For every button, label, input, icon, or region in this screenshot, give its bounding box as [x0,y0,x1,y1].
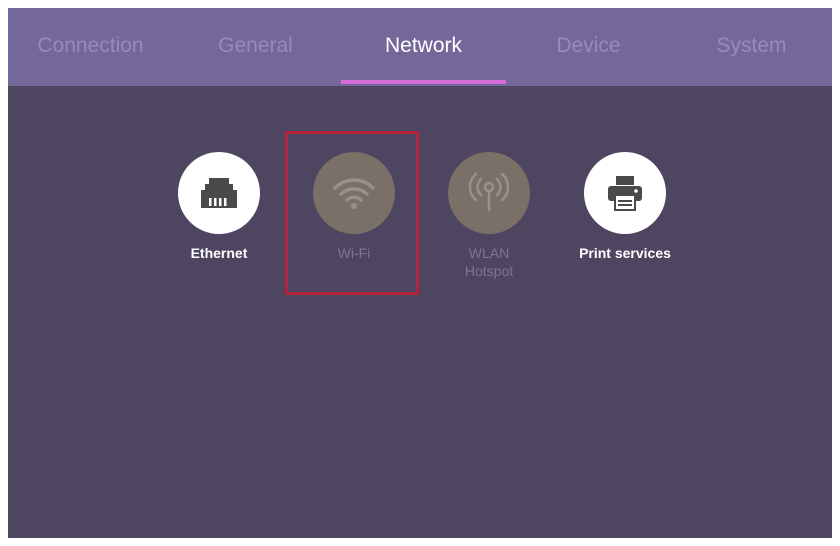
tab-device[interactable]: Device [506,8,671,86]
hotspot-icon [468,172,510,211]
tab-network[interactable]: Network [341,8,506,86]
settings-tab-bar: Connection General Network Device System [8,8,832,86]
print-services-label: Print services [579,245,671,261]
hotspot-icon-circle [448,152,530,234]
print-services-option[interactable]: Print services [565,152,685,262]
tab-general[interactable]: General [173,8,338,86]
network-settings-screen: Connection General Network Device System… [8,8,832,538]
wlan-hotspot-label-line2: Hotspot [464,263,514,279]
tab-system[interactable]: System [671,8,832,86]
active-tab-indicator [341,80,506,84]
ethernet-port-icon [201,178,237,208]
printer-icon-circle [584,152,666,234]
ethernet-icon-circle [178,152,260,234]
printer-icon [608,176,642,211]
wlan-hotspot-label-line1: WLAN [468,245,510,261]
wlan-hotspot-option[interactable]: WLAN Hotspot [429,152,549,280]
tab-connection[interactable]: Connection [8,8,173,86]
wlan-hotspot-label: WLAN Hotspot [429,244,549,280]
ethernet-option[interactable]: Ethernet [159,152,279,262]
wifi-highlight-box [285,131,419,295]
ethernet-label: Ethernet [190,245,248,261]
